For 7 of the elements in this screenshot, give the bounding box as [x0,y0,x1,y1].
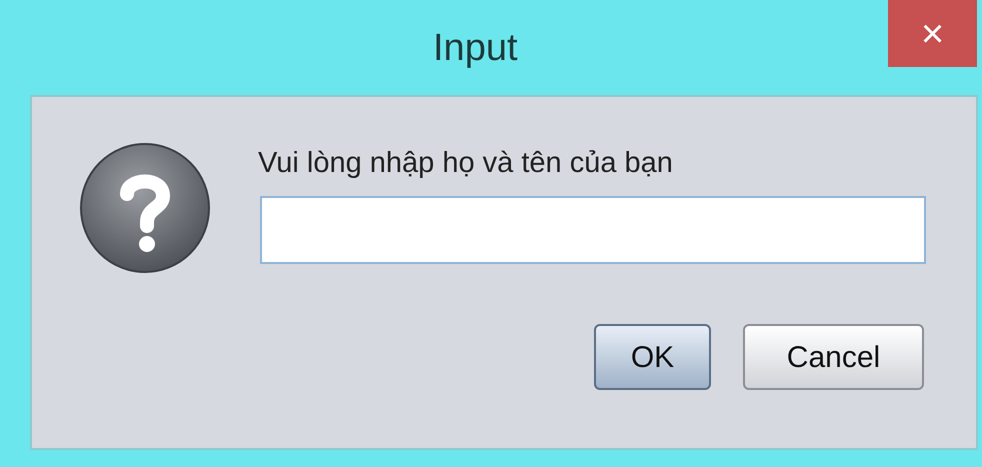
close-button[interactable]: × [888,0,977,67]
dialog-button[interactable]: OK [594,324,711,390]
prompt-label: Vui lòng nhập họ và tên của bạn [258,149,674,178]
window-title: Input [433,26,518,71]
question-icon [78,142,210,274]
name-input-field[interactable] [260,196,926,264]
dialog-button[interactable]: Cancel [743,324,924,390]
